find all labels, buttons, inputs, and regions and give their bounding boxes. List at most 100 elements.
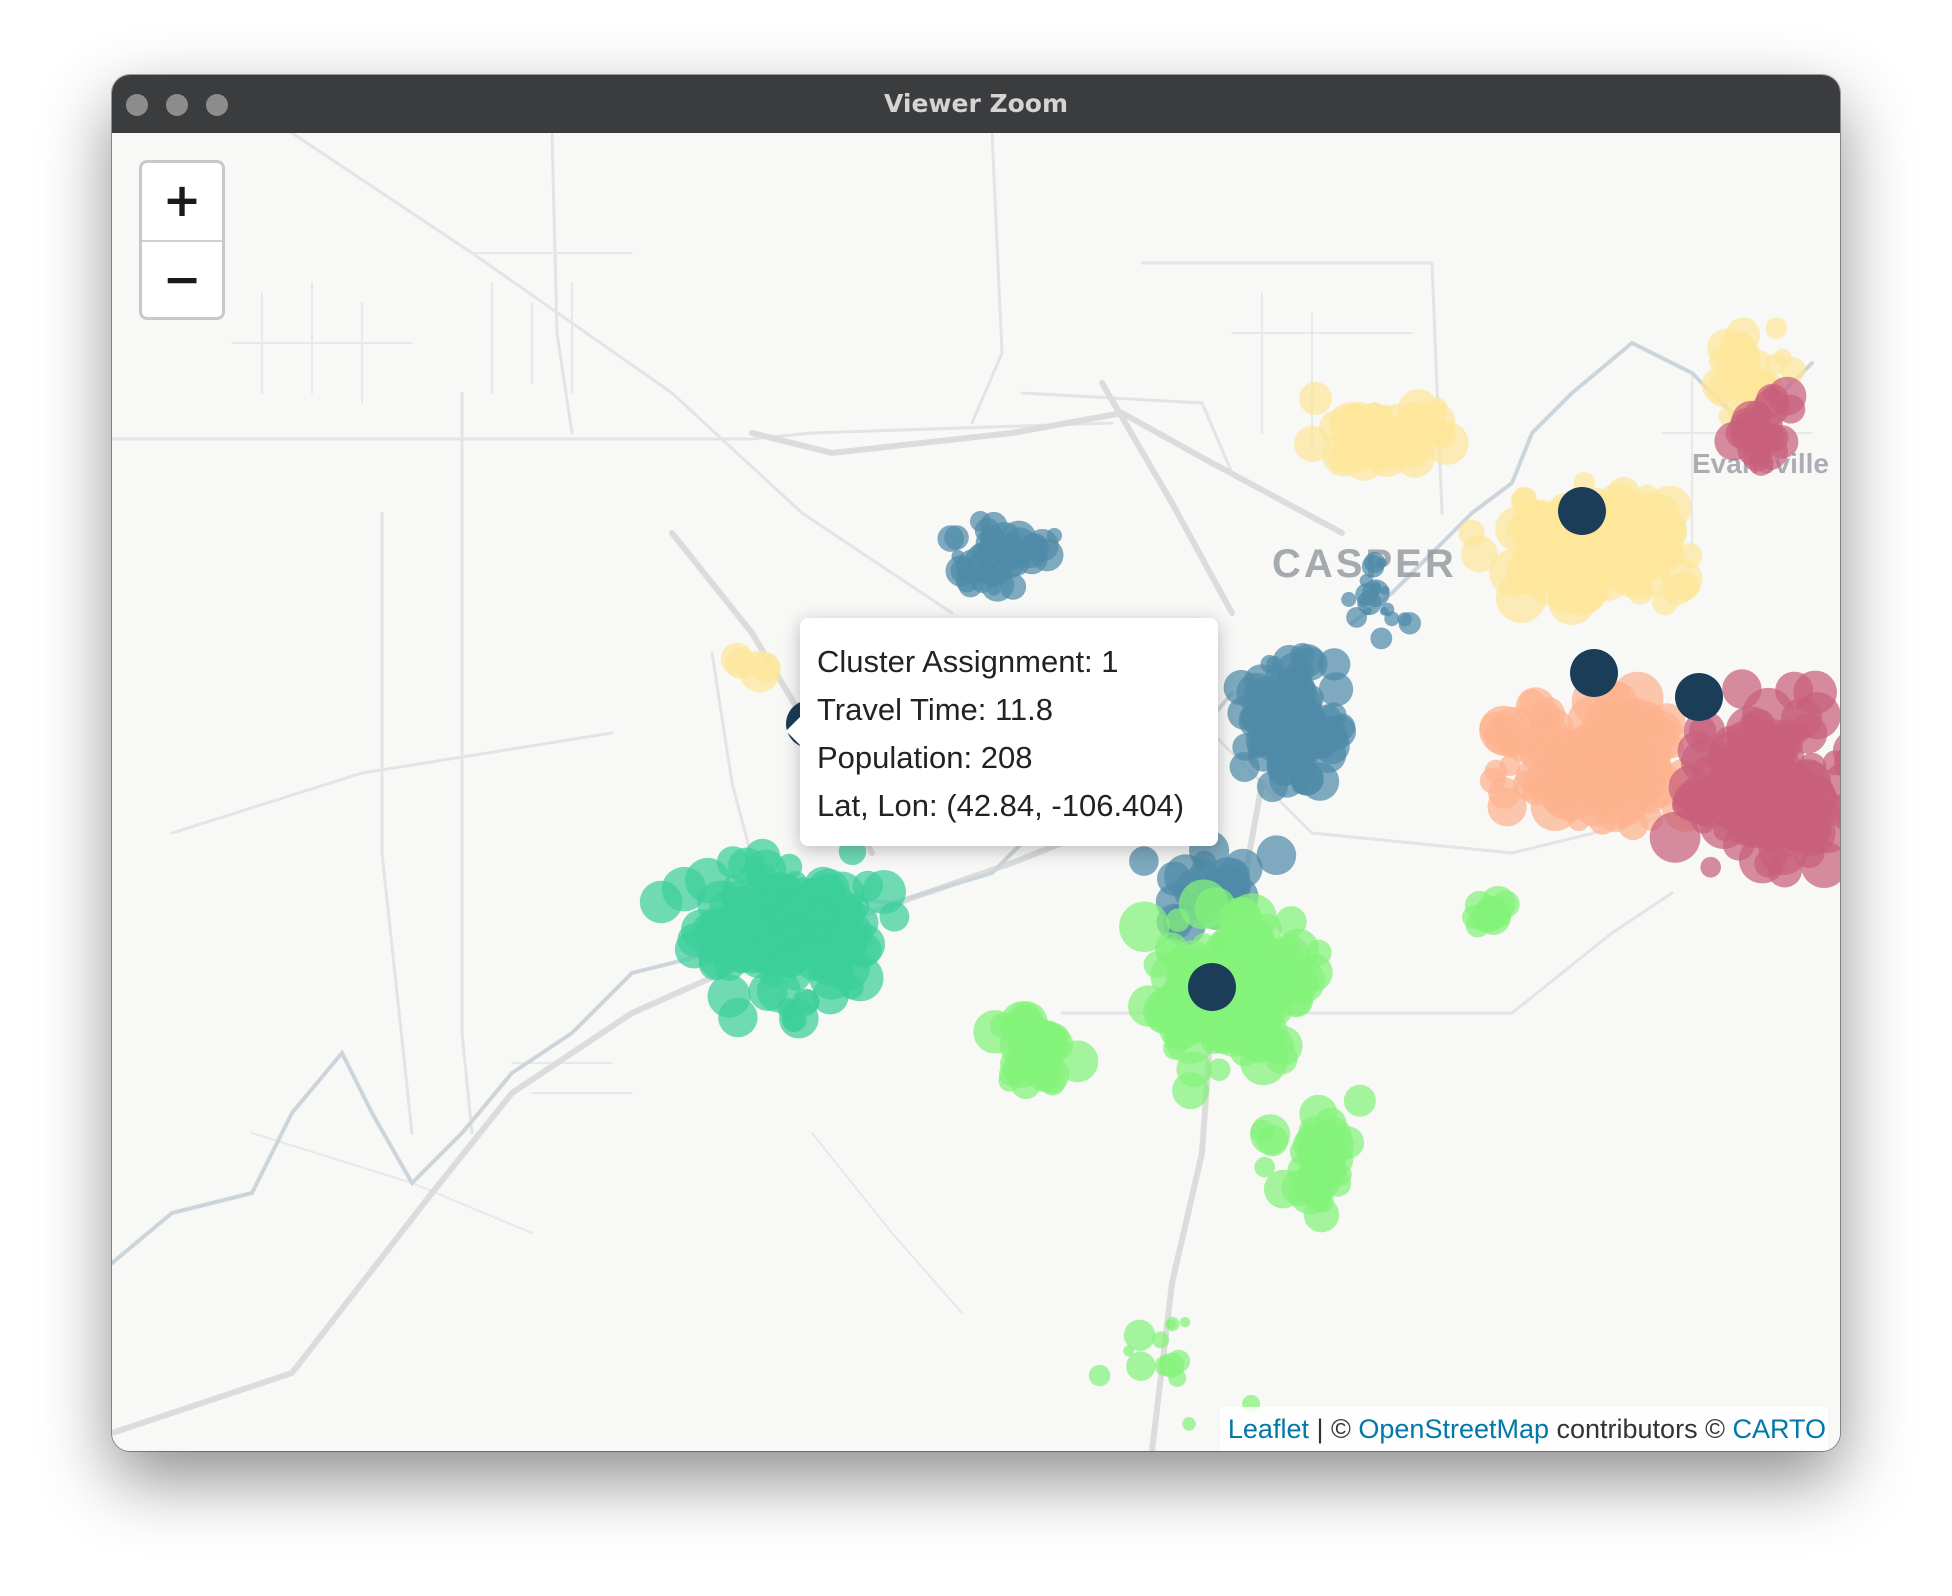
cluster-marker-green-teal[interactable]: [698, 946, 733, 981]
cluster-marker-light-green[interactable]: [1476, 900, 1511, 935]
cluster-marker-green-teal[interactable]: [839, 975, 864, 1000]
cluster-marker-light-green[interactable]: [1182, 1417, 1196, 1431]
cluster-marker-peach[interactable]: [1532, 725, 1561, 753]
cluster-marker-teal-blue[interactable]: [1398, 612, 1422, 635]
cluster-marker-light-green[interactable]: [1331, 1126, 1365, 1159]
cluster-marker-teal-blue[interactable]: [970, 510, 991, 532]
cluster-marker-teal-blue[interactable]: [1318, 672, 1354, 707]
cluster-marker-teal-blue[interactable]: [937, 525, 964, 552]
cluster-marker-rose[interactable]: [1649, 811, 1701, 863]
cluster-marker-rose[interactable]: [1700, 856, 1721, 878]
zoom-control: + −: [139, 160, 225, 320]
cluster-marker-rose[interactable]: [1668, 765, 1713, 809]
cluster-marker-light-green[interactable]: [1172, 1072, 1210, 1110]
cluster-marker-teal-blue[interactable]: [1129, 846, 1159, 876]
cluster-marker-yellow[interactable]: [1765, 317, 1788, 339]
openstreetmap-link[interactable]: OpenStreetMap: [1358, 1414, 1549, 1444]
cluster-marker-light-green[interactable]: [1305, 939, 1332, 966]
cluster-marker-teal-blue[interactable]: [1341, 592, 1357, 607]
cluster-marker-light-green[interactable]: [1231, 957, 1275, 1000]
cluster-marker-teal-blue[interactable]: [1370, 627, 1393, 650]
cluster-marker-light-green[interactable]: [1343, 1084, 1376, 1117]
popup-tip: [786, 716, 801, 746]
cluster-marker-teal-blue[interactable]: [991, 535, 1008, 552]
cluster-marker-yellow[interactable]: [1458, 519, 1485, 547]
cluster-marker-yellow[interactable]: [1727, 335, 1758, 366]
cluster-marker-yellow[interactable]: [1299, 381, 1332, 415]
cluster-marker-light-green[interactable]: [1165, 1316, 1180, 1332]
cluster-marker-light-green[interactable]: [1168, 1368, 1187, 1387]
cluster-marker-light-green[interactable]: [1088, 1364, 1111, 1387]
cluster-marker-peach[interactable]: [1521, 775, 1553, 806]
map-area[interactable]: CASPER Evansville + − Cluster Assignment…: [112, 133, 1840, 1451]
marker-popup: Cluster Assignment: 1 Travel Time: 11.8 …: [786, 618, 1218, 846]
cluster-marker-rose[interactable]: [1738, 836, 1786, 884]
cluster-marker-teal-blue[interactable]: [1369, 580, 1381, 593]
cluster-marker-teal-blue[interactable]: [1289, 748, 1314, 773]
cluster-marker-rose[interactable]: [1748, 450, 1774, 476]
cluster-marker-yellow[interactable]: [1365, 434, 1409, 478]
attribution-contributors: contributors ©: [1549, 1414, 1733, 1444]
cluster-marker-light-green[interactable]: [1240, 1038, 1287, 1086]
cluster-marker-peach[interactable]: [1604, 758, 1645, 799]
cluster-marker-yellow[interactable]: [1645, 513, 1674, 542]
cluster-marker-peach[interactable]: [1488, 777, 1520, 809]
cluster-marker-rose[interactable]: [1744, 400, 1771, 427]
cluster-marker-yellow[interactable]: [1294, 425, 1331, 462]
cluster-marker-yellow[interactable]: [1365, 402, 1384, 421]
map-attribution: Leaflet | © OpenStreetMap contributors ©…: [1219, 1407, 1828, 1451]
cluster-marker-light-green[interactable]: [1250, 1119, 1275, 1144]
cluster-marker-yellow[interactable]: [1510, 488, 1537, 514]
cluster-marker-rose[interactable]: [1767, 376, 1807, 416]
cluster-markers-layer: [639, 317, 1840, 1431]
cluster-marker-teal-blue[interactable]: [1272, 703, 1308, 739]
cluster-marker-peach[interactable]: [1588, 807, 1617, 835]
cluster-marker-teal-blue[interactable]: [951, 549, 965, 563]
cluster-marker-teal-blue[interactable]: [1245, 725, 1276, 756]
cluster-marker-green-teal[interactable]: [801, 898, 833, 930]
cluster-marker-teal-blue[interactable]: [1294, 647, 1328, 681]
cluster-marker-yellow[interactable]: [1563, 563, 1610, 610]
cluster-marker-green-teal[interactable]: [639, 880, 683, 924]
cluster-marker-teal-blue[interactable]: [1316, 741, 1334, 758]
cluster-marker-teal-blue[interactable]: [1379, 606, 1389, 616]
cluster-marker-light-green[interactable]: [1324, 1170, 1352, 1197]
cluster-marker-rose[interactable]: [1724, 766, 1762, 804]
leaflet-link[interactable]: Leaflet: [1228, 1414, 1309, 1444]
cluster-marker-yellow[interactable]: [1651, 589, 1678, 616]
carto-link[interactable]: CARTO: [1732, 1414, 1826, 1444]
cluster-marker-light-green[interactable]: [1194, 887, 1237, 930]
cluster-marker-light-green[interactable]: [998, 1069, 1021, 1092]
cluster-marker-rose[interactable]: [1722, 669, 1762, 709]
zoom-in-button[interactable]: +: [142, 163, 222, 240]
cluster-marker-yellow[interactable]: [1765, 353, 1786, 375]
cluster-marker-light-green[interactable]: [1056, 1040, 1099, 1083]
cluster-marker-yellow[interactable]: [1533, 519, 1563, 549]
cluster-marker-peach[interactable]: [1515, 687, 1556, 727]
cluster-marker-rose[interactable]: [1738, 799, 1775, 836]
cluster-marker-light-green[interactable]: [1152, 1331, 1170, 1349]
cluster-centroid-marker[interactable]: [1570, 649, 1618, 697]
cluster-marker-green-teal[interactable]: [782, 1010, 805, 1032]
cluster-marker-green-teal[interactable]: [754, 893, 794, 934]
cluster-marker-yellow[interactable]: [1397, 401, 1432, 436]
cluster-marker-green-teal[interactable]: [681, 909, 722, 951]
cluster-marker-light-green[interactable]: [989, 1013, 1016, 1039]
cluster-marker-rose[interactable]: [1775, 671, 1814, 710]
cluster-marker-light-green[interactable]: [1179, 1317, 1191, 1328]
zoom-out-button[interactable]: −: [142, 240, 222, 317]
cluster-centroid-marker[interactable]: [1558, 487, 1606, 535]
cluster-marker-teal-blue[interactable]: [1249, 677, 1279, 707]
cluster-marker-yellow[interactable]: [1495, 572, 1547, 623]
cluster-centroid-marker[interactable]: [1675, 673, 1723, 721]
cluster-marker-green-teal[interactable]: [784, 939, 815, 970]
cluster-marker-teal-blue[interactable]: [980, 568, 1015, 602]
cluster-marker-green-teal[interactable]: [852, 870, 883, 902]
cluster-marker-light-green[interactable]: [1123, 1345, 1135, 1357]
popup-line-population: Population: 208: [817, 740, 1033, 775]
cluster-centroid-marker[interactable]: [1188, 963, 1236, 1011]
cluster-marker-light-green[interactable]: [1287, 1153, 1325, 1190]
cluster-marker-light-green[interactable]: [1207, 1058, 1231, 1081]
cluster-marker-yellow[interactable]: [724, 648, 756, 679]
cluster-marker-teal-blue[interactable]: [1361, 555, 1385, 578]
